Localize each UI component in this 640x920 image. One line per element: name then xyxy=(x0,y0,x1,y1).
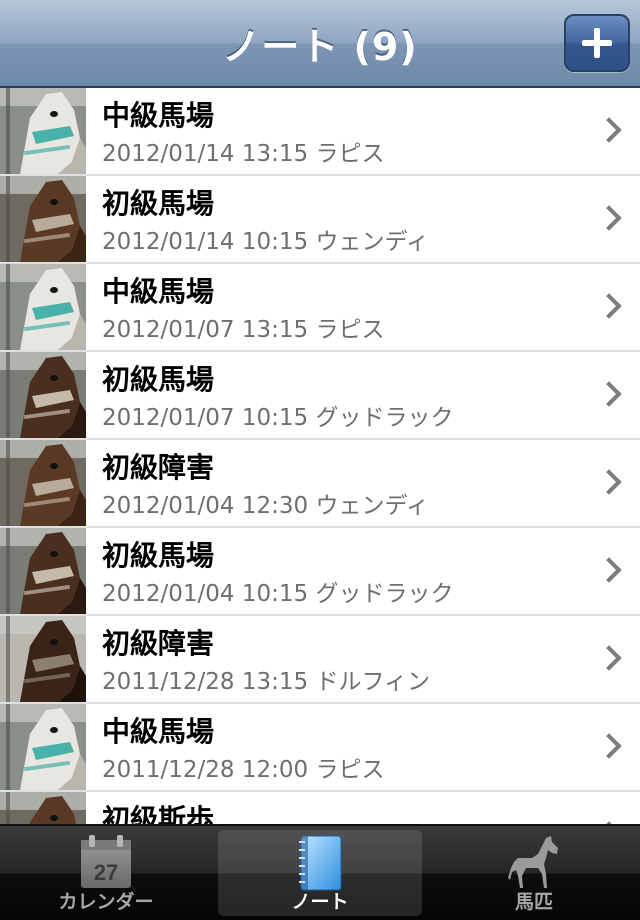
note-row[interactable]: 初級馬場 2012/01/14 10:15 ウェンディ xyxy=(0,176,640,264)
horse-photo xyxy=(0,440,86,526)
note-subtitle: 2012/01/04 10:15 グッドラック xyxy=(102,581,454,607)
horse-photo xyxy=(0,528,86,614)
horse-photo xyxy=(0,616,86,702)
horse-icon xyxy=(508,836,558,888)
note-subtitle: 2012/01/04 12:30 ウェンディ xyxy=(102,493,429,519)
chevron-right-icon xyxy=(596,557,622,583)
note-row[interactable]: 初級馬場 2012/01/07 10:15 グッドラック xyxy=(0,352,640,440)
horse-thumbnail xyxy=(0,616,86,702)
tab-calendar[interactable]: 27 カレンダー xyxy=(4,830,208,916)
note-subtitle: 2012/01/14 10:15 ウェンディ xyxy=(102,229,429,255)
tab-label: 馬匹 xyxy=(514,891,553,913)
page-title: ノート (9) xyxy=(222,25,418,69)
note-subtitle: 2012/01/07 10:15 グッドラック xyxy=(102,405,454,431)
app-screen: ノート (9) 中級馬場 2012/01/14 13:15 ラピス 初級馬場 2… xyxy=(0,0,640,920)
note-row[interactable]: 中級馬場 2012/01/07 13:15 ラピス xyxy=(0,264,640,352)
horse-thumbnail xyxy=(0,88,86,174)
tab-label: カレンダー xyxy=(58,891,154,913)
chevron-right-icon xyxy=(596,645,622,671)
note-subtitle: 2012/01/14 13:15 ラピス xyxy=(102,141,385,167)
note-row[interactable]: 中級馬場 2011/12/28 12:00 ラピス xyxy=(0,704,640,792)
calendar-icon: 27 xyxy=(81,835,131,888)
add-note-button[interactable] xyxy=(564,14,630,72)
horse-thumbnail xyxy=(0,352,86,438)
note-row[interactable]: 初級障害 2012/01/04 12:30 ウェンディ xyxy=(0,440,640,528)
note-title: 中級馬場 xyxy=(102,275,215,308)
note-subtitle: 2012/01/07 13:15 ラピス xyxy=(102,317,385,343)
horse-thumbnail xyxy=(0,176,86,262)
horse-photo xyxy=(0,352,86,438)
chevron-right-icon xyxy=(596,469,622,495)
chevron-right-icon xyxy=(596,381,622,407)
note-title: 初級障害 xyxy=(102,627,215,660)
chevron-right-icon xyxy=(596,293,622,319)
note-title: 初級馬場 xyxy=(102,539,215,572)
tab-label: ノート xyxy=(291,891,349,913)
horse-thumbnail xyxy=(0,528,86,614)
note-subtitle: 2011/12/28 13:15 ドルフィン xyxy=(102,669,431,695)
tab-horses[interactable]: 馬匹 xyxy=(432,830,636,916)
notebook-icon xyxy=(299,835,342,891)
horse-photo xyxy=(0,704,86,790)
horse-thumbnail xyxy=(0,264,86,350)
note-title: 初級斯歩 xyxy=(102,803,215,824)
note-subtitle: 2011/12/28 12:00 ラピス xyxy=(102,757,385,783)
notes-list[interactable]: 中級馬場 2012/01/14 13:15 ラピス 初級馬場 2012/01/1… xyxy=(0,88,640,824)
chevron-right-icon xyxy=(596,205,622,231)
navigation-bar: ノート (9) xyxy=(0,0,640,88)
note-title: 中級馬場 xyxy=(102,99,215,132)
tab-bar: 27 カレンダー ノート 馬匹 xyxy=(0,824,640,920)
note-row[interactable]: 初級障害 2011/12/28 13:15 ドルフィン xyxy=(0,616,640,704)
calendar-day-number: 27 xyxy=(94,860,118,885)
horse-photo xyxy=(0,176,86,262)
note-title: 初級馬場 xyxy=(102,187,215,220)
note-title: 初級障害 xyxy=(102,451,215,484)
horse-thumbnail xyxy=(0,792,86,824)
note-row[interactable]: 中級馬場 2012/01/14 13:15 ラピス xyxy=(0,88,640,176)
note-row[interactable]: 初級斯歩 xyxy=(0,792,640,824)
chevron-right-icon xyxy=(596,117,622,143)
horse-thumbnail xyxy=(0,440,86,526)
note-title: 中級馬場 xyxy=(102,715,215,748)
plus-icon xyxy=(582,28,612,58)
tab-notes[interactable]: ノート xyxy=(218,830,422,916)
horse-photo xyxy=(0,264,86,350)
chevron-right-icon xyxy=(596,733,622,759)
horse-photo xyxy=(0,792,86,824)
horse-thumbnail xyxy=(0,704,86,790)
note-title: 初級馬場 xyxy=(102,363,215,396)
note-row[interactable]: 初級馬場 2012/01/04 10:15 グッドラック xyxy=(0,528,640,616)
horse-photo xyxy=(0,88,86,174)
